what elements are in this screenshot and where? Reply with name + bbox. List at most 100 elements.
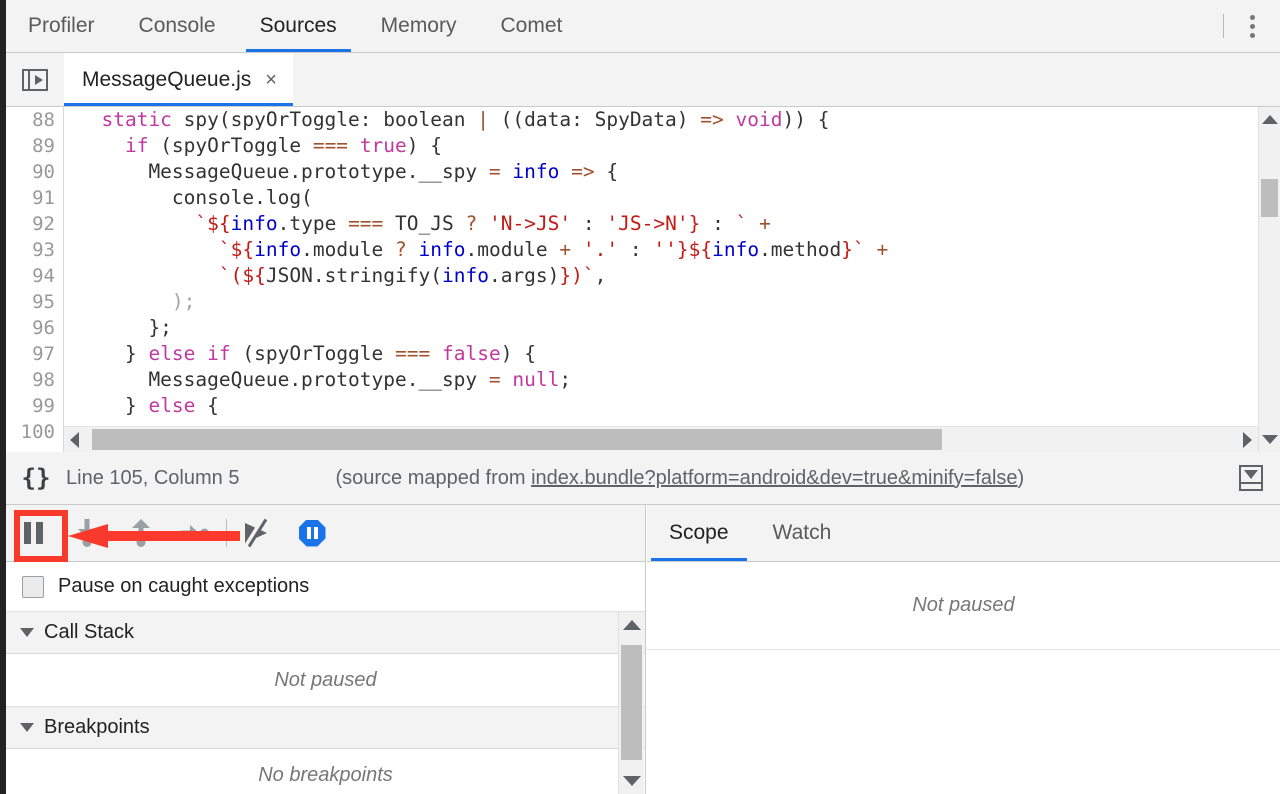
code-token: ((data: SpyData) (489, 108, 700, 131)
code-token: ? (395, 238, 407, 261)
pause-bar (24, 522, 31, 544)
code-line[interactable]: MessageQueue.prototype.__spy = info => { (64, 159, 1280, 185)
line-number[interactable]: 94 (6, 263, 63, 289)
section-title: Breakpoints (44, 716, 150, 739)
arrow-dot (200, 529, 209, 538)
code-token: => (571, 160, 594, 183)
scrollbar-thumb[interactable] (621, 645, 642, 760)
code-line[interactable]: MessageQueue.prototype.__spy = null; (64, 367, 1280, 393)
line-number[interactable]: 92 (6, 211, 63, 237)
scroll-left-arrow-icon[interactable] (70, 432, 79, 448)
code-token: else (148, 394, 195, 417)
scroll-up-arrow-icon[interactable] (1262, 115, 1278, 124)
scroll-right-arrow-icon[interactable] (1243, 432, 1252, 448)
pretty-print-icon[interactable]: {} (6, 464, 66, 492)
tab-comet[interactable]: Comet (478, 0, 584, 52)
code-content[interactable]: static spy(spyOrToggle: boolean | ((data… (64, 107, 1280, 452)
deactivate-breakpoints-button[interactable] (231, 505, 285, 562)
line-number[interactable]: 91 (6, 185, 63, 211)
code-token: : (618, 238, 653, 261)
sidebar-vertical-scrollbar[interactable] (618, 612, 644, 794)
chevron-down-icon (20, 628, 34, 637)
code-token (78, 238, 219, 261)
scroll-up-arrow-icon[interactable] (623, 620, 641, 630)
scroll-down-arrow-icon[interactable] (623, 776, 641, 786)
code-line[interactable]: `${info.module ? info.module + '.' : ''}… (64, 237, 1280, 263)
line-number[interactable]: 95 (6, 289, 63, 315)
arrow-head (132, 519, 150, 528)
line-number[interactable]: 96 (6, 315, 63, 341)
line-number[interactable]: 93 (6, 237, 63, 263)
navigator-panel-icon[interactable] (6, 53, 64, 106)
step-over-button[interactable] (60, 505, 114, 562)
scrollbar-thumb[interactable] (92, 429, 942, 450)
tab-memory[interactable]: Memory (359, 0, 479, 52)
arrow-dot (83, 538, 92, 547)
code-token (477, 212, 489, 235)
pause-on-caught-exceptions-checkbox[interactable] (22, 576, 44, 598)
line-number[interactable]: 89 (6, 133, 63, 159)
resume-script-execution-button[interactable] (6, 505, 60, 562)
tab-sources[interactable]: Sources (238, 0, 359, 52)
scope-watch-panel: Scope Watch Not paused (647, 505, 1280, 794)
code-token: info (231, 212, 278, 235)
chevron-down-icon (20, 723, 34, 732)
editor-horizontal-scrollbar[interactable] (64, 426, 1258, 452)
chevron-down-icon (1244, 470, 1258, 479)
code-line[interactable]: `${info.type === TO_JS ? 'N->JS' : 'JS->… (64, 211, 1280, 237)
cursor-position-label: Line 105, Column 5 (66, 467, 239, 490)
code-token: + (559, 238, 571, 261)
tab-watch[interactable]: Watch (751, 505, 854, 561)
more-options-icon[interactable] (1224, 0, 1280, 52)
code-token: void (736, 108, 783, 131)
code-token: (spyOrToggle (148, 134, 312, 157)
line-number[interactable]: 90 (6, 159, 63, 185)
editor-vertical-scrollbar[interactable] (1258, 107, 1280, 452)
line-number[interactable]: 99 (6, 393, 63, 419)
step-into-button[interactable] (114, 505, 168, 562)
code-token (78, 108, 101, 131)
code-token: .method (759, 238, 841, 261)
code-line[interactable]: if (spyOrToggle === true) { (64, 133, 1280, 159)
step-over-icon (73, 519, 101, 547)
code-token (724, 108, 736, 131)
code-token: }; (78, 316, 172, 339)
debugger-sidebar: Pause on caught exceptions Call Stack No… (6, 562, 646, 794)
scroll-down-arrow-icon[interactable] (1262, 435, 1278, 444)
code-token: { (195, 394, 218, 417)
tab-profiler[interactable]: Profiler (6, 0, 117, 52)
code-token: info (254, 238, 301, 261)
code-line[interactable]: }; (64, 315, 1280, 341)
code-token: ` (583, 264, 595, 287)
call-stack-section-header[interactable]: Call Stack (6, 612, 645, 654)
source-map-link[interactable]: index.bundle?platform=android&dev=true&m… (531, 467, 1017, 489)
line-number[interactable]: 100 (6, 419, 63, 445)
show-more-panel-icon[interactable] (1222, 465, 1280, 491)
tab-label: Sources (260, 14, 337, 38)
file-tab-messagequeue[interactable]: MessageQueue.js × (64, 53, 293, 106)
close-icon[interactable]: × (265, 70, 277, 90)
line-number[interactable]: 88 (6, 107, 63, 133)
code-line[interactable]: static spy(spyOrToggle: boolean | ((data… (64, 107, 1280, 133)
tab-console[interactable]: Console (117, 0, 238, 52)
tab-scope[interactable]: Scope (647, 505, 751, 561)
source-map-suffix: ) (1018, 467, 1025, 489)
scrollbar-thumb[interactable] (1261, 179, 1278, 217)
breakpoints-section-header[interactable]: Breakpoints (6, 707, 645, 749)
code-token: 'N->JS' (489, 212, 571, 235)
code-line[interactable]: } else { (64, 393, 1280, 419)
line-number[interactable]: 97 (6, 341, 63, 367)
pause-on-exceptions-button[interactable] (285, 505, 339, 562)
line-number[interactable]: 98 (6, 367, 63, 393)
code-line[interactable]: `(${JSON.stringify(info.args)})`, (64, 263, 1280, 289)
code-token (571, 238, 583, 261)
code-token: ) { (501, 342, 536, 365)
code-line[interactable]: } else if (spyOrToggle === false) { (64, 341, 1280, 367)
code-line[interactable]: console.log( (64, 185, 1280, 211)
tab-label: Watch (773, 521, 832, 545)
code-line[interactable]: ); (64, 289, 1280, 315)
step-out-button[interactable] (168, 505, 222, 562)
code-token (78, 212, 195, 235)
pause-on-caught-exceptions-row[interactable]: Pause on caught exceptions (6, 562, 645, 612)
code-token (501, 368, 513, 391)
